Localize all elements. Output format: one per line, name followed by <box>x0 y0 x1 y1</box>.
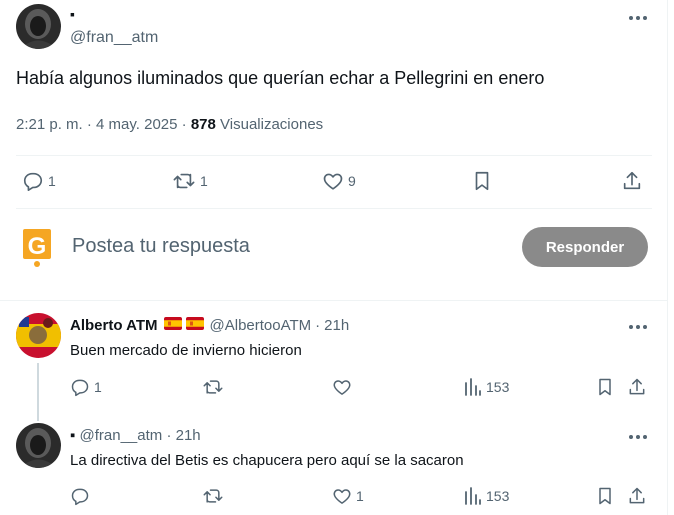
divider <box>0 300 667 301</box>
reply-text: La directiva del Betis es chapucera pero… <box>70 452 464 469</box>
share-action[interactable] <box>627 377 647 397</box>
avatar[interactable] <box>16 313 61 358</box>
meta-separator: · <box>181 116 187 133</box>
bookmark-action[interactable] <box>471 170 493 192</box>
reply-header: Alberto ATM @AlbertooATM · 21h <box>70 317 349 334</box>
right-border <box>667 0 668 515</box>
reply-icon <box>71 379 89 397</box>
reply-header: ▪ @fran__atm · 21h <box>70 427 201 444</box>
heart-icon <box>333 380 351 395</box>
divider <box>16 155 652 156</box>
bookmark-action[interactable] <box>595 377 615 397</box>
views-action[interactable]: 153 <box>464 486 509 506</box>
reply-time[interactable]: 21h <box>324 317 349 334</box>
views-label: Visualizaciones <box>220 116 324 133</box>
meta-separator: · <box>166 427 172 444</box>
brand-logo-icon: G <box>22 228 54 268</box>
handle[interactable]: @fran__atm <box>80 427 163 444</box>
repost-icon <box>203 380 223 394</box>
divider <box>16 208 652 209</box>
post-date[interactable]: 4 may. 2025 <box>96 116 177 133</box>
meta-separator: · <box>315 317 321 334</box>
spain-flag-icon <box>163 317 182 334</box>
more-options-icon[interactable] <box>627 8 649 28</box>
post-text: Había algunos iluminados que querían ech… <box>16 68 545 88</box>
share-action[interactable] <box>627 486 647 506</box>
reply-count: 1 <box>94 379 102 395</box>
bookmark-icon <box>599 378 611 396</box>
meta-separator: · <box>86 116 92 133</box>
thread-connector <box>37 363 39 421</box>
reply-text: Buen mercado de invierno hicieron <box>70 342 302 359</box>
compose-input[interactable]: Postea tu respuesta <box>72 235 250 258</box>
reply-action[interactable]: 1 <box>70 377 102 397</box>
more-options-icon[interactable] <box>627 427 649 447</box>
views-action[interactable]: 153 <box>464 377 509 397</box>
heart-icon <box>323 173 343 190</box>
bookmark-action[interactable] <box>595 486 615 506</box>
reply-count: 1 <box>48 173 56 189</box>
like-action[interactable]: 1 <box>332 486 364 506</box>
repost-action[interactable]: 1 <box>172 170 208 192</box>
reply-icon <box>23 172 43 191</box>
share-icon <box>629 487 645 504</box>
handle[interactable]: @fran__atm <box>70 29 158 47</box>
like-action[interactable] <box>332 377 352 397</box>
bookmark-icon <box>475 171 489 191</box>
handle[interactable]: @AlbertooATM <box>210 317 312 334</box>
avatar[interactable] <box>16 4 61 49</box>
post-meta: 2:21 p. m. · 4 may. 2025 · 878 Visualiza… <box>16 116 323 133</box>
repost-icon <box>203 489 223 503</box>
repost-icon <box>173 173 195 189</box>
share-icon <box>629 378 645 395</box>
views-count: 153 <box>486 379 510 395</box>
display-name[interactable]: Alberto ATM <box>70 317 158 334</box>
repost-count: 1 <box>200 173 208 189</box>
views-count: 153 <box>486 488 510 504</box>
reply-action[interactable] <box>70 486 90 506</box>
spain-flag-icon <box>185 317 204 334</box>
like-count: 1 <box>356 488 364 504</box>
bookmark-icon <box>599 487 611 505</box>
share-action[interactable] <box>621 170 643 192</box>
avatar[interactable] <box>16 423 61 468</box>
post-time[interactable]: 2:21 p. m. <box>16 116 83 133</box>
reply-button[interactable]: Responder <box>522 227 648 267</box>
share-icon <box>623 171 641 190</box>
repost-action[interactable] <box>202 486 224 506</box>
views-chart-icon <box>465 378 481 396</box>
views-chart-icon <box>465 487 481 505</box>
reply-action[interactable]: 1 <box>22 170 56 192</box>
reply-icon <box>71 488 89 506</box>
more-options-icon[interactable] <box>627 317 649 337</box>
like-count: 9 <box>348 173 356 189</box>
logo-letter: G <box>28 233 47 260</box>
display-name[interactable]: ▪ <box>70 427 75 444</box>
views-count: 878 <box>190 116 216 133</box>
repost-action[interactable] <box>202 377 224 397</box>
display-name[interactable]: ▪ <box>70 6 75 22</box>
reply-time[interactable]: 21h <box>176 427 201 444</box>
like-action[interactable]: 9 <box>322 170 356 192</box>
heart-icon <box>333 489 351 504</box>
